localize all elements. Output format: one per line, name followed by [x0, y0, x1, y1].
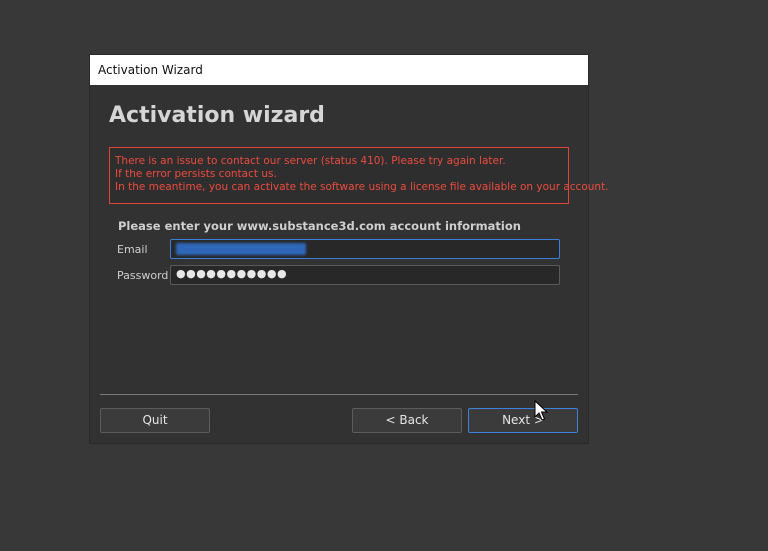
- page-title: Activation wizard: [109, 103, 325, 128]
- mouse-cursor-icon: [534, 400, 548, 421]
- password-field[interactable]: ●●●●●●●●●●●: [170, 265, 560, 285]
- error-line: In the meantime, you can activate the so…: [115, 181, 609, 193]
- quit-button[interactable]: Quit: [100, 408, 210, 433]
- next-button[interactable]: Next >: [468, 408, 578, 433]
- window-title: Activation Wizard: [90, 55, 588, 85]
- error-line: There is an issue to contact our server …: [115, 155, 506, 167]
- account-prompt: Please enter your www.substance3d.com ac…: [118, 219, 521, 233]
- error-line: If the error persists contact us.: [115, 168, 277, 180]
- email-label: Email: [117, 243, 148, 256]
- activation-wizard-window: Activation Wizard Activation wizard Ther…: [89, 54, 609, 444]
- email-value-redacted: [176, 243, 306, 255]
- password-mask: ●●●●●●●●●●●: [176, 267, 288, 280]
- error-message-box: There is an issue to contact our server …: [109, 147, 609, 204]
- email-field[interactable]: [170, 239, 560, 259]
- back-button[interactable]: < Back: [352, 408, 462, 433]
- password-label: Password: [117, 269, 169, 282]
- divider: [100, 394, 578, 395]
